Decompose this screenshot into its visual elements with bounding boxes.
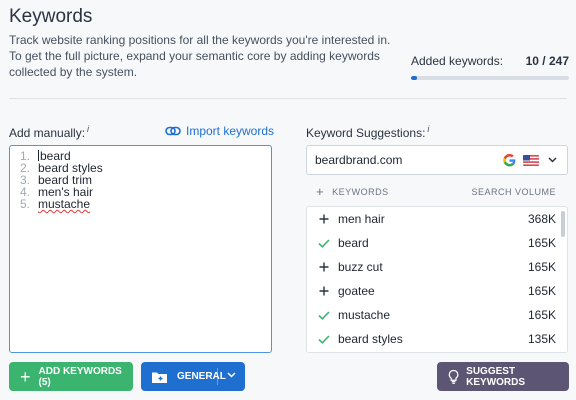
keyword-text: mustache [38, 197, 91, 211]
button-separator [217, 368, 218, 385]
divider [9, 98, 567, 99]
domain-select[interactable]: beardbrand.com [306, 145, 568, 175]
suggestions-list: men hair 368K beard 165K buzz cut 165K goatee 1… [306, 206, 568, 353]
suggestion-row[interactable]: beard styles 135K [307, 327, 567, 351]
lightbulb-icon [448, 369, 459, 384]
suggestions-header: + KEYWORDS SEARCH VOLUME [316, 184, 556, 199]
column-keywords: KEYWORDS [332, 186, 389, 197]
suggestion-row[interactable]: men hair 368K [307, 207, 567, 231]
chevron-down-icon [548, 157, 557, 163]
group-select-button[interactable]: GENERAL [141, 362, 245, 391]
suggestion-volume: 368K [527, 212, 556, 226]
suggestion-row[interactable]: goatee 165K [307, 279, 567, 303]
scrollbar[interactable] [561, 211, 565, 237]
suggestion-row[interactable]: beard 165K [307, 231, 567, 255]
manual-keywords-textarea[interactable]: 1. beard 2. beard styles 3. beard trim 4. men's… [9, 145, 272, 353]
keyword-suggestions-label: Keyword Suggestions: i [306, 124, 430, 140]
added-keywords-panel: Added keywords: 10 / 247 [411, 54, 569, 80]
domain-value: beardbrand.com [315, 153, 403, 167]
group-select-label: GENERAL [177, 371, 226, 382]
plus-icon[interactable] [315, 214, 333, 224]
keyword-line[interactable]: 5. mustache [20, 198, 271, 210]
suggestion-keyword: mustache [338, 308, 391, 322]
suggestion-volume: 165K [527, 260, 556, 274]
check-icon[interactable] [315, 310, 333, 320]
line-number: 5. [20, 197, 31, 211]
suggestion-volume: 165K [527, 308, 556, 322]
added-keywords-count: 10 / 247 [525, 54, 569, 68]
added-keywords-label: Added keywords: [411, 54, 504, 68]
added-keywords-progress [411, 76, 569, 80]
import-keywords-label: Import keywords [186, 124, 275, 138]
info-icon[interactable]: i [87, 124, 89, 134]
add-manually-label: Add manually: i [9, 124, 90, 140]
add-keywords-label: ADD KEYWORDS (5) [38, 365, 122, 388]
suggestion-volume: 135K [527, 332, 556, 346]
check-icon[interactable] [315, 238, 333, 248]
google-icon [503, 153, 516, 166]
add-all-icon[interactable]: + [316, 184, 324, 199]
folder-add-icon [152, 372, 167, 383]
suggestion-keyword: beard [338, 236, 369, 250]
suggestion-keyword: buzz cut [338, 260, 383, 274]
link-icon [165, 126, 181, 136]
chevron-down-icon[interactable] [227, 372, 236, 378]
suggestion-volume: 165K [527, 284, 556, 298]
add-keywords-button[interactable]: + ADD KEYWORDS (5) [9, 362, 133, 391]
page-description: Track website ranking positions for all … [9, 33, 391, 79]
suggestion-keyword: goatee [338, 284, 375, 298]
suggestion-row[interactable]: mustache 165K [307, 303, 567, 327]
suggest-keywords-label: SUGGEST KEYWORDS [466, 365, 526, 388]
plus-icon[interactable] [315, 286, 333, 296]
suggestion-keyword: men hair [338, 212, 385, 226]
check-icon[interactable] [315, 334, 333, 344]
page-title: Keywords [9, 6, 93, 27]
column-search-volume[interactable]: SEARCH VOLUME [471, 187, 556, 197]
import-keywords-link[interactable]: Import keywords [165, 124, 274, 138]
suggestion-keyword: beard styles [338, 332, 403, 346]
suggest-keywords-button[interactable]: SUGGEST KEYWORDS [437, 362, 569, 391]
us-flag-icon [523, 154, 539, 166]
plus-icon: + [20, 366, 31, 387]
suggestion-volume: 165K [527, 236, 556, 250]
plus-icon[interactable] [315, 262, 333, 272]
suggestion-row[interactable]: buzz cut 165K [307, 255, 567, 279]
text-caret [38, 150, 39, 161]
info-icon[interactable]: i [427, 124, 429, 134]
progress-fill [411, 76, 418, 80]
